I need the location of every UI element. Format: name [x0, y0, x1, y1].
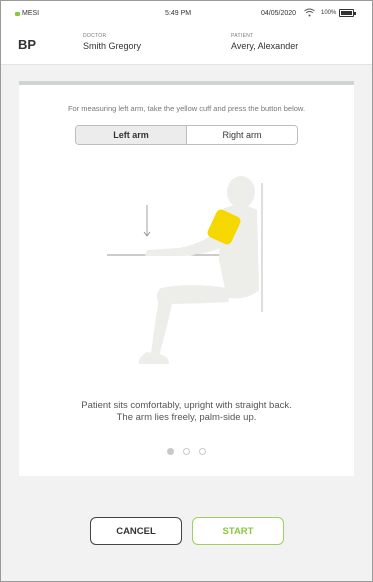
status-date: 04/05/2020	[261, 10, 297, 17]
doctor-name: Smith Gregory	[83, 41, 142, 51]
page-title: BP	[18, 37, 37, 52]
page-dot-1[interactable]	[167, 448, 174, 455]
battery-icon	[339, 9, 356, 17]
measurement-card: For measuring left arm, take the yellow …	[19, 81, 354, 476]
patient-caption: PATIENT	[231, 33, 254, 39]
doctor-info: DOCTOR Smith Gregory	[83, 33, 141, 51]
patient-info: PATIENT Avery, Alexander	[231, 33, 298, 51]
posture-caption: Patient sits comfortably, upright with s…	[19, 400, 354, 424]
caption-line-2: The arm lies freely, palm-side up.	[116, 412, 257, 423]
caption-line-1: Patient sits comfortably, upright with s…	[81, 400, 292, 411]
tab-left-arm[interactable]: Left arm	[76, 126, 187, 144]
page-dot-2[interactable]	[183, 448, 190, 455]
patient-figure	[138, 176, 259, 364]
patient-name: Avery, Alexander	[231, 41, 299, 51]
page-dot-3[interactable]	[199, 448, 206, 455]
app-header: BP DOCTOR Smith Gregory PATIENT Avery, A…	[1, 23, 372, 65]
status-time: 5:49 PM	[165, 10, 192, 17]
posture-illustration	[99, 170, 279, 395]
battery-percent: 100%	[321, 10, 337, 16]
start-button[interactable]: START	[192, 517, 284, 545]
cancel-button[interactable]: CANCEL	[90, 517, 182, 545]
brand: MESI	[15, 10, 39, 17]
tab-right-arm[interactable]: Right arm	[187, 126, 297, 144]
device-frame: MESI 5:49 PM 04/05/2020 100% BP DOCTOR S…	[0, 0, 373, 582]
wifi-icon	[304, 8, 315, 19]
arm-selector: Left arm Right arm	[75, 125, 298, 145]
status-bar: MESI 5:49 PM 04/05/2020 100%	[1, 1, 372, 23]
brand-name: MESI	[22, 10, 40, 17]
brand-logo-icon	[15, 11, 20, 16]
instruction-text: For measuring left arm, take the yellow …	[67, 104, 306, 113]
doctor-caption: DOCTOR	[83, 33, 107, 39]
page-indicator	[167, 448, 206, 455]
